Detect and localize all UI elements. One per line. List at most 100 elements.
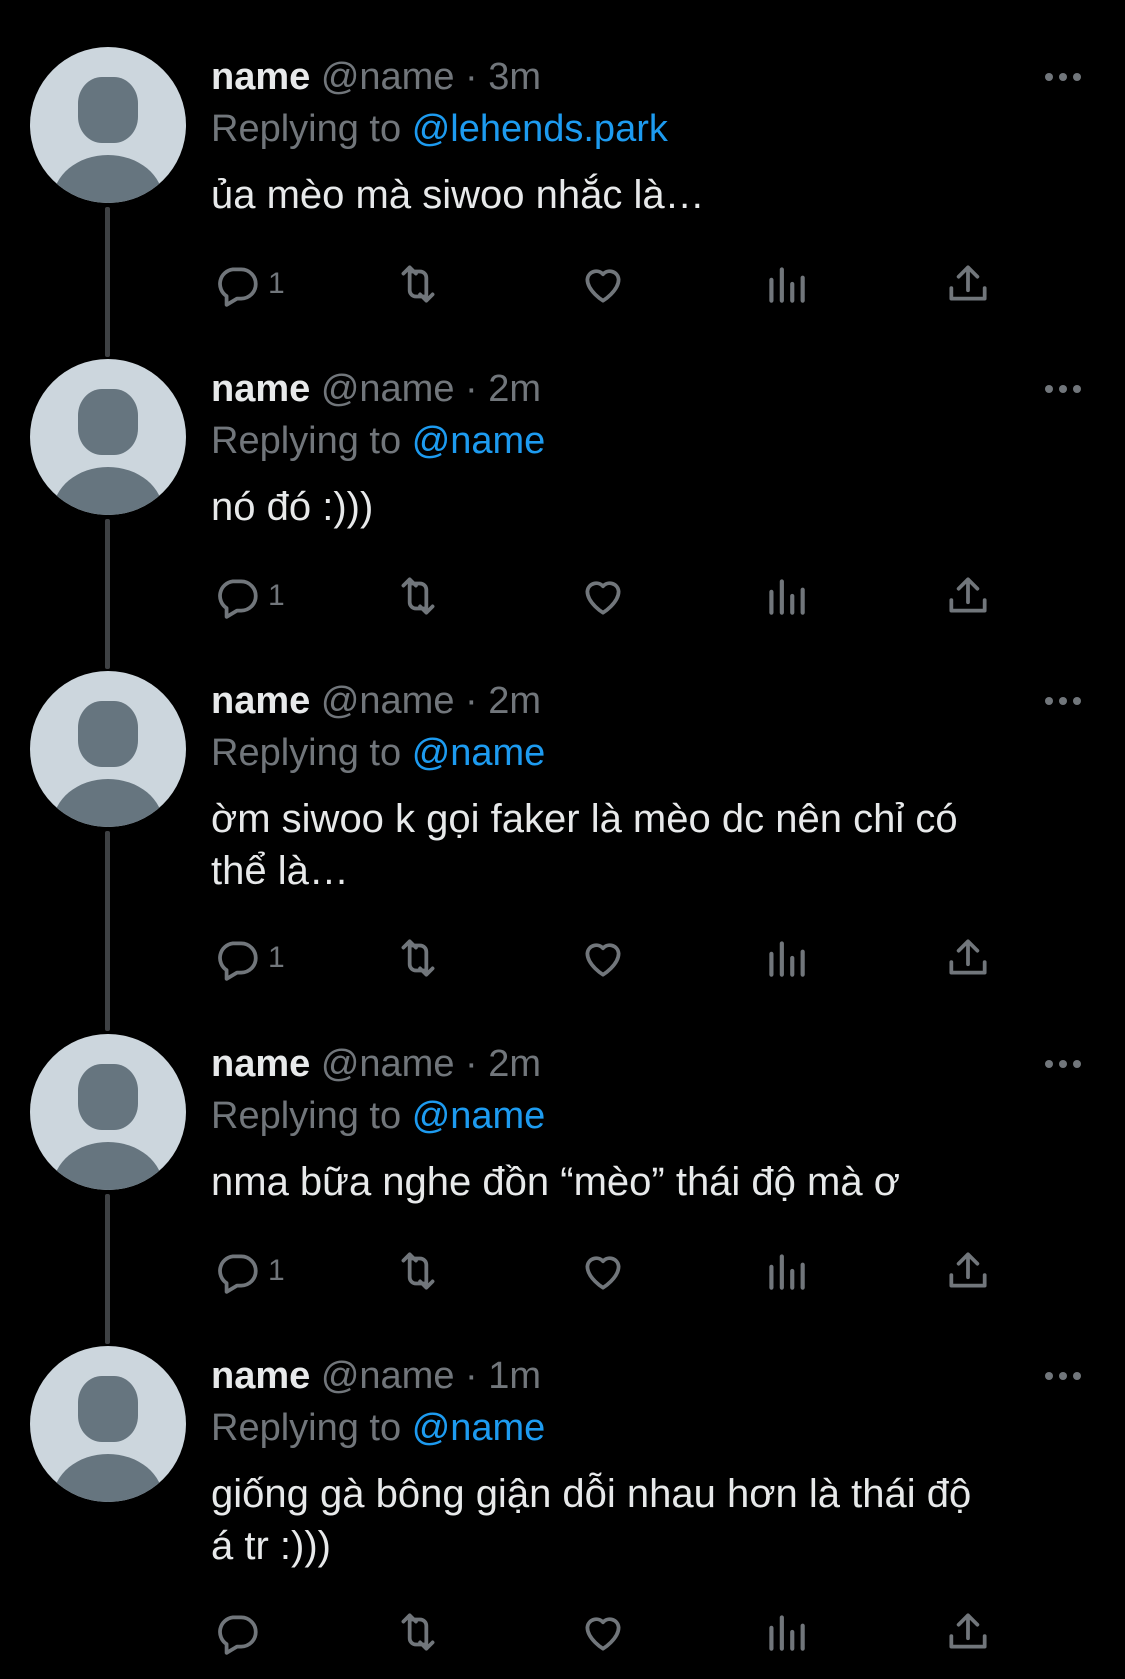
- replying-to: Replying to @lehends.park: [211, 105, 668, 153]
- reply-icon: [218, 1615, 258, 1655]
- avatar[interactable]: [30, 47, 186, 203]
- retweet-button[interactable]: [393, 256, 443, 312]
- more-button[interactable]: [1043, 67, 1083, 87]
- heart-icon: [585, 1617, 621, 1651]
- more-icon: [1045, 1372, 1081, 1380]
- retweet-icon: [401, 1252, 435, 1290]
- more-button[interactable]: [1043, 1366, 1083, 1386]
- user-handle[interactable]: @name: [321, 1043, 455, 1085]
- retweet-icon: [401, 1613, 435, 1651]
- timestamp[interactable]: 1m: [488, 1355, 541, 1397]
- tweet-text: nó đó :))): [211, 485, 374, 529]
- like-button[interactable]: [578, 1604, 628, 1660]
- timestamp[interactable]: 2m: [488, 1043, 541, 1085]
- replying-to: Replying to @name: [211, 1404, 545, 1452]
- more-button[interactable]: [1043, 379, 1083, 399]
- replying-to: Replying to @name: [211, 417, 545, 465]
- avatar[interactable]: [30, 1034, 186, 1190]
- reply-button[interactable]: 1: [212, 1243, 285, 1299]
- more-icon: [1045, 73, 1081, 81]
- more-icon: [1045, 1060, 1081, 1068]
- separator-dot: ·: [465, 368, 478, 410]
- views-button[interactable]: [761, 930, 811, 986]
- retweet-button[interactable]: [393, 568, 443, 624]
- display-name[interactable]: name: [211, 680, 310, 722]
- more-icon: [1045, 385, 1081, 393]
- more-button[interactable]: [1043, 691, 1083, 711]
- reply-button[interactable]: [212, 1604, 268, 1660]
- reply-to-handle-link[interactable]: @name: [412, 420, 546, 462]
- user-handle[interactable]: @name: [321, 680, 455, 722]
- tweet-actions: 1: [0, 256, 1125, 312]
- analytics-icon: [769, 267, 805, 303]
- share-icon: [949, 1252, 987, 1288]
- reply-to-handle-link[interactable]: @name: [412, 732, 546, 774]
- tweet-actions: 1: [0, 568, 1125, 624]
- tweet-actions: [0, 1604, 1125, 1660]
- tweet-text: ủa mèo mà siwoo nhắc là…: [211, 173, 705, 217]
- reply-button[interactable]: 1: [212, 568, 285, 624]
- retweet-button[interactable]: [393, 1243, 443, 1299]
- timestamp[interactable]: 3m: [488, 56, 541, 98]
- separator-dot: ·: [465, 1043, 478, 1085]
- more-button[interactable]: [1043, 1054, 1083, 1074]
- reply-to-handle-link[interactable]: @name: [412, 1095, 546, 1137]
- avatar[interactable]: [30, 671, 186, 827]
- share-button[interactable]: [943, 256, 993, 312]
- replying-to-label: Replying to: [211, 1407, 402, 1449]
- share-button[interactable]: [943, 1604, 993, 1660]
- views-button[interactable]: [761, 568, 811, 624]
- replying-to: Replying to @name: [211, 1092, 545, 1140]
- separator-dot: ·: [465, 56, 478, 98]
- heart-icon: [585, 581, 621, 615]
- tweet-actions: 1: [0, 1243, 1125, 1299]
- heart-icon: [585, 943, 621, 977]
- views-button[interactable]: [761, 1604, 811, 1660]
- user-handle[interactable]: @name: [321, 368, 455, 410]
- display-name[interactable]: name: [211, 368, 310, 410]
- tweet-thread: name @name · 3m Replying to @lehends.par…: [0, 0, 1125, 1679]
- user-handle[interactable]: @name: [321, 1355, 455, 1397]
- share-button[interactable]: [943, 1243, 993, 1299]
- tweet-header: name @name · 2m: [211, 365, 541, 413]
- display-name[interactable]: name: [211, 1043, 310, 1085]
- separator-dot: ·: [465, 1355, 478, 1397]
- share-button[interactable]: [943, 930, 993, 986]
- views-button[interactable]: [761, 1243, 811, 1299]
- like-button[interactable]: [578, 1243, 628, 1299]
- timestamp[interactable]: 2m: [488, 368, 541, 410]
- replying-to-label: Replying to: [211, 108, 402, 150]
- retweet-icon: [401, 939, 435, 977]
- reply-button[interactable]: 1: [212, 930, 285, 986]
- like-button[interactable]: [578, 930, 628, 986]
- tweet-text: nma bữa nghe đồn “mèo” thái độ mà ơ: [211, 1160, 900, 1204]
- avatar[interactable]: [30, 359, 186, 515]
- reply-to-handle-link[interactable]: @name: [412, 1407, 546, 1449]
- user-handle[interactable]: @name: [321, 56, 455, 98]
- tweet-actions: 1: [0, 930, 1125, 986]
- timestamp[interactable]: 2m: [488, 680, 541, 722]
- like-button[interactable]: [578, 568, 628, 624]
- like-button[interactable]: [578, 256, 628, 312]
- reply-icon: [218, 579, 258, 619]
- tweet-header: name @name · 2m: [211, 1040, 541, 1088]
- tweet-header: name @name · 3m: [211, 53, 541, 101]
- tweet-text: ờm siwoo k gọi faker là mèo dc nên chỉ c…: [211, 797, 958, 893]
- reply-icon: [218, 1254, 258, 1294]
- reply-button[interactable]: 1: [212, 256, 285, 312]
- reply-to-handle-link[interactable]: @lehends.park: [412, 108, 668, 150]
- display-name[interactable]: name: [211, 1355, 310, 1397]
- avatar[interactable]: [30, 1346, 186, 1502]
- display-name[interactable]: name: [211, 56, 310, 98]
- reply-count: 1: [268, 941, 285, 974]
- tweet-header: name @name · 1m: [211, 1352, 541, 1400]
- retweet-button[interactable]: [393, 930, 443, 986]
- reply-count: 1: [268, 267, 285, 300]
- views-button[interactable]: [761, 256, 811, 312]
- share-button[interactable]: [943, 568, 993, 624]
- heart-icon: [585, 1256, 621, 1290]
- replying-to-label: Replying to: [211, 420, 402, 462]
- reply-icon: [218, 941, 258, 981]
- retweet-icon: [401, 265, 435, 303]
- retweet-button[interactable]: [393, 1604, 443, 1660]
